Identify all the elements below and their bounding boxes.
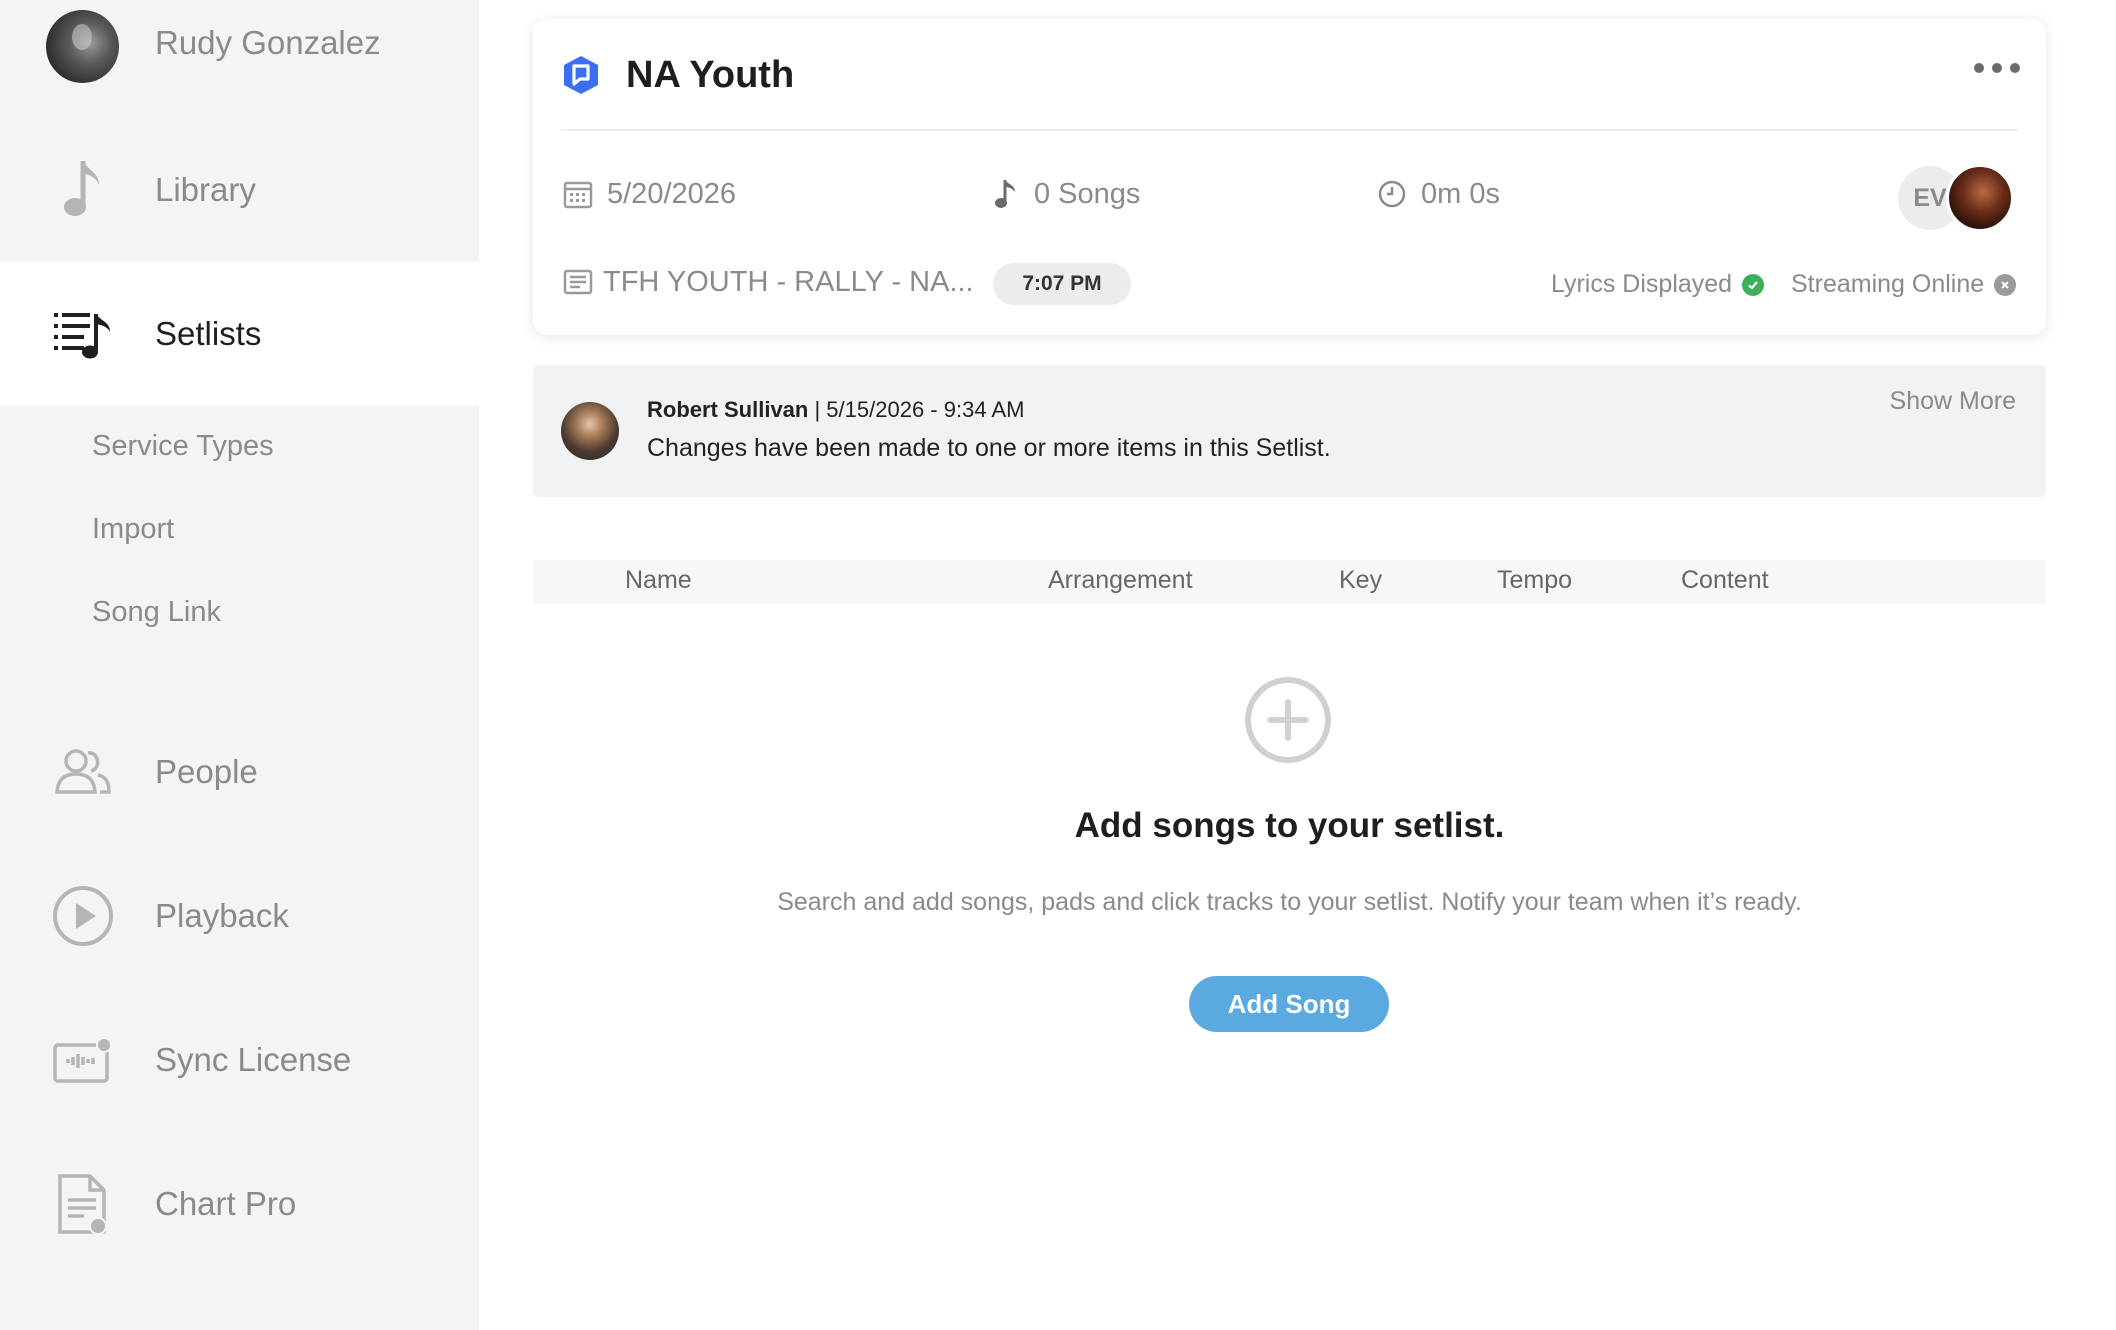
column-arrangement[interactable]: Arrangement	[1048, 566, 1193, 595]
song-count-text: 0 Songs	[1034, 177, 1141, 210]
divider	[561, 129, 2018, 131]
chart-document-icon	[50, 1171, 116, 1237]
sync-license-icon	[50, 1027, 116, 1093]
sidebar-item-chart-pro[interactable]: Chart Pro	[0, 1132, 479, 1276]
sidebar-subitem-song-link[interactable]: Song Link	[92, 596, 221, 629]
empty-state-title: Add songs to your setlist.	[1074, 806, 1505, 845]
show-more-link[interactable]: Show More	[1890, 387, 2016, 416]
sidebar-item-setlists[interactable]: Setlists	[0, 262, 479, 406]
column-name[interactable]: Name	[625, 566, 692, 595]
notification-header: Robert Sullivan | 5/15/2026 - 9:34 AM	[647, 397, 1024, 423]
songs-table-header: Name Arrangement Key Tempo Content	[533, 560, 2046, 604]
music-note-icon	[988, 177, 1022, 211]
calendar-icon	[561, 177, 595, 211]
member-avatar[interactable]	[1946, 164, 2014, 232]
sidebar-item-label: People	[155, 753, 258, 790]
user-avatar	[46, 10, 119, 83]
streaming-status-text: Streaming Online	[1791, 270, 1985, 298]
lyrics-status-text: Lyrics Displayed	[1551, 270, 1733, 298]
check-circle-icon	[1742, 273, 1765, 296]
setlist-title: NA Youth	[626, 54, 795, 96]
notification-message: Changes have been made to one or more it…	[647, 434, 1331, 462]
clock-icon	[1375, 177, 1409, 211]
service-name: TFH YOUTH - RALLY - NA...	[561, 265, 974, 299]
sidebar-item-label: Chart Pro	[155, 1185, 297, 1222]
setlist-card: NA Youth 5/20/2026 0 Songs 0m 0s EV TFH …	[533, 19, 2046, 335]
sidebar-item-playback[interactable]: Playback	[0, 844, 479, 988]
sidebar-item-people[interactable]: People	[0, 700, 479, 844]
notification-timestamp: | 5/15/2026 - 9:34 AM	[814, 397, 1025, 422]
setlist-brand-icon	[561, 55, 601, 95]
service-name-text: TFH YOUTH - RALLY - NA...	[603, 265, 974, 298]
change-notification: Robert Sullivan | 5/15/2026 - 9:34 AM Ch…	[533, 365, 2046, 497]
sidebar-item-library[interactable]: Library	[0, 118, 479, 262]
setlist-duration: 0m 0s	[1375, 177, 1500, 211]
column-content[interactable]: Content	[1681, 566, 1769, 595]
add-song-button[interactable]: Add Song	[1189, 976, 1389, 1032]
sidebar-subitem-import[interactable]: Import	[92, 513, 174, 546]
column-tempo[interactable]: Tempo	[1497, 566, 1572, 595]
sidebar-item-sync-license[interactable]: Sync License	[0, 988, 479, 1132]
more-options-icon[interactable]	[1974, 63, 2020, 77]
sidebar-item-label: Library	[155, 171, 256, 208]
user-profile[interactable]: Rudy Gonzalez	[0, 0, 479, 90]
empty-state-subtitle: Search and add songs, pads and click tra…	[777, 888, 1802, 916]
sidebar: Rudy Gonzalez Library Setlists Service T…	[0, 0, 479, 1330]
sidebar-item-label: Setlists	[155, 315, 262, 352]
user-name: Rudy Gonzalez	[155, 24, 381, 61]
sidebar-item-label: Sync License	[155, 1041, 352, 1078]
x-circle-icon	[1994, 273, 2017, 296]
setlist-song-count: 0 Songs	[988, 177, 1140, 211]
people-icon	[50, 739, 116, 805]
author-name: Robert Sullivan	[647, 397, 809, 422]
add-circle-icon[interactable]	[1244, 676, 1332, 764]
play-circle-icon	[50, 883, 116, 949]
author-avatar	[561, 402, 619, 460]
duration-text: 0m 0s	[1421, 177, 1500, 210]
setlist-date: 5/20/2026	[561, 177, 736, 211]
lyrics-status: Lyrics Displayed	[1551, 270, 1765, 299]
music-note-icon	[50, 157, 116, 223]
column-key[interactable]: Key	[1339, 566, 1382, 595]
sidebar-item-label: Playback	[155, 897, 289, 934]
sidebar-subitem-service-types[interactable]: Service Types	[92, 430, 274, 463]
service-time-badge: 7:07 PM	[993, 263, 1131, 305]
service-list-icon	[561, 265, 595, 299]
setlist-icon	[50, 301, 116, 367]
date-text: 5/20/2026	[607, 177, 737, 210]
streaming-status: Streaming Online	[1791, 270, 2017, 299]
